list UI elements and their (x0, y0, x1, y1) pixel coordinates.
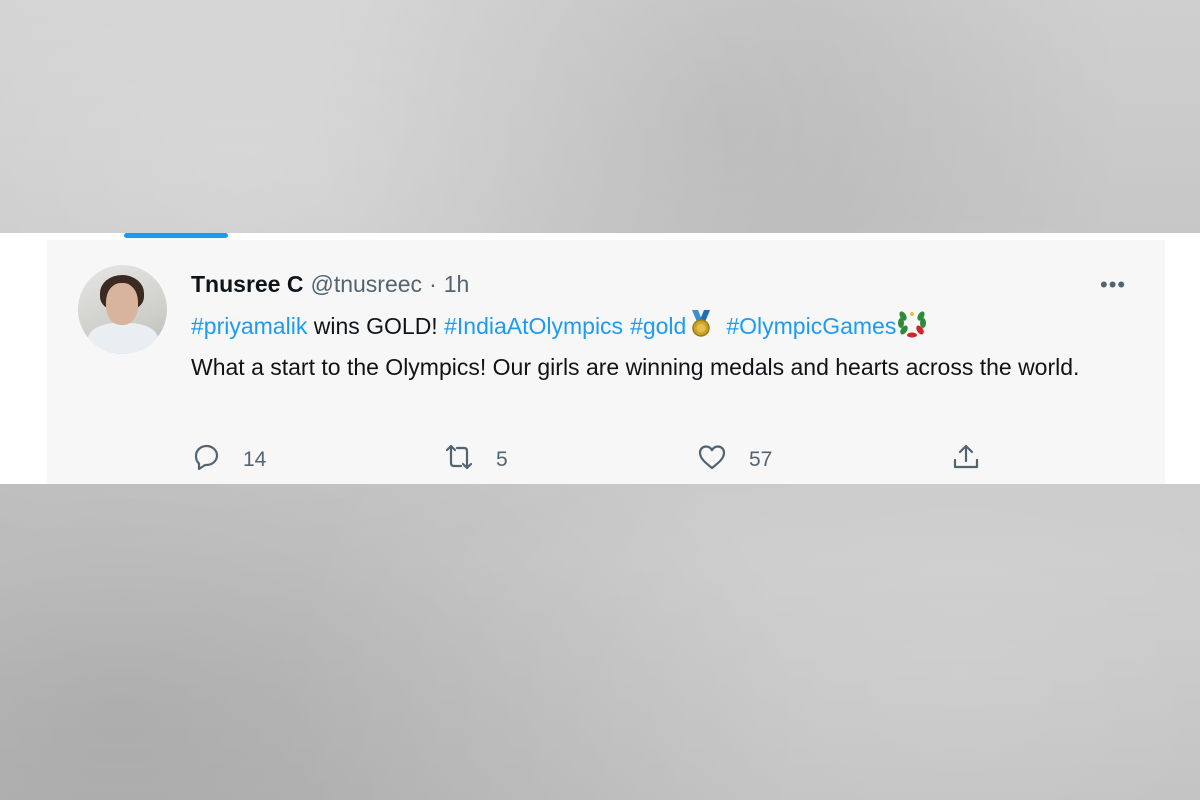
reply-icon (191, 442, 221, 478)
heart-icon (697, 442, 727, 478)
tweet-header: Tnusree C @tnusreec · 1h (191, 271, 469, 301)
tweet-text-body: What a start to the Olympics! Our girls … (191, 354, 1080, 380)
display-name[interactable]: Tnusree C (191, 271, 303, 298)
reply-count: 14 (243, 448, 267, 471)
user-handle[interactable]: @tnusreec (310, 271, 422, 298)
active-tab-indicator (124, 233, 228, 238)
hashtag-gold[interactable]: #gold (630, 313, 686, 340)
tweet-time[interactable]: 1h (444, 271, 470, 298)
retweet-count: 5 (496, 448, 508, 471)
reply-button[interactable]: 14 (191, 444, 266, 476)
hashtag-priyamalik[interactable]: #priyamalik (191, 313, 307, 340)
share-button[interactable] (951, 444, 981, 476)
avatar-shirt (88, 323, 158, 354)
laurel-wreath-icon (896, 308, 928, 344)
retweet-button[interactable]: 5 (444, 444, 508, 476)
tweet-text-line1: #priyamalik wins GOLD! #IndiaAtOlympics … (191, 310, 928, 342)
tweet-text-fragment: wins GOLD! (307, 312, 445, 339)
separator-dot: · (429, 271, 437, 297)
like-button[interactable]: 57 (697, 444, 772, 476)
like-count: 57 (749, 448, 773, 471)
more-options-button[interactable]: ••• (1100, 272, 1126, 298)
hashtag-olympicgames[interactable]: #OlympicGames (726, 313, 896, 340)
medal-icon (686, 308, 716, 344)
avatar[interactable] (78, 265, 167, 354)
avatar-face (106, 283, 138, 325)
share-icon (951, 442, 981, 478)
retweet-icon (444, 442, 474, 478)
hashtag-indiaatolympics[interactable]: #IndiaAtOlympics (444, 313, 623, 340)
